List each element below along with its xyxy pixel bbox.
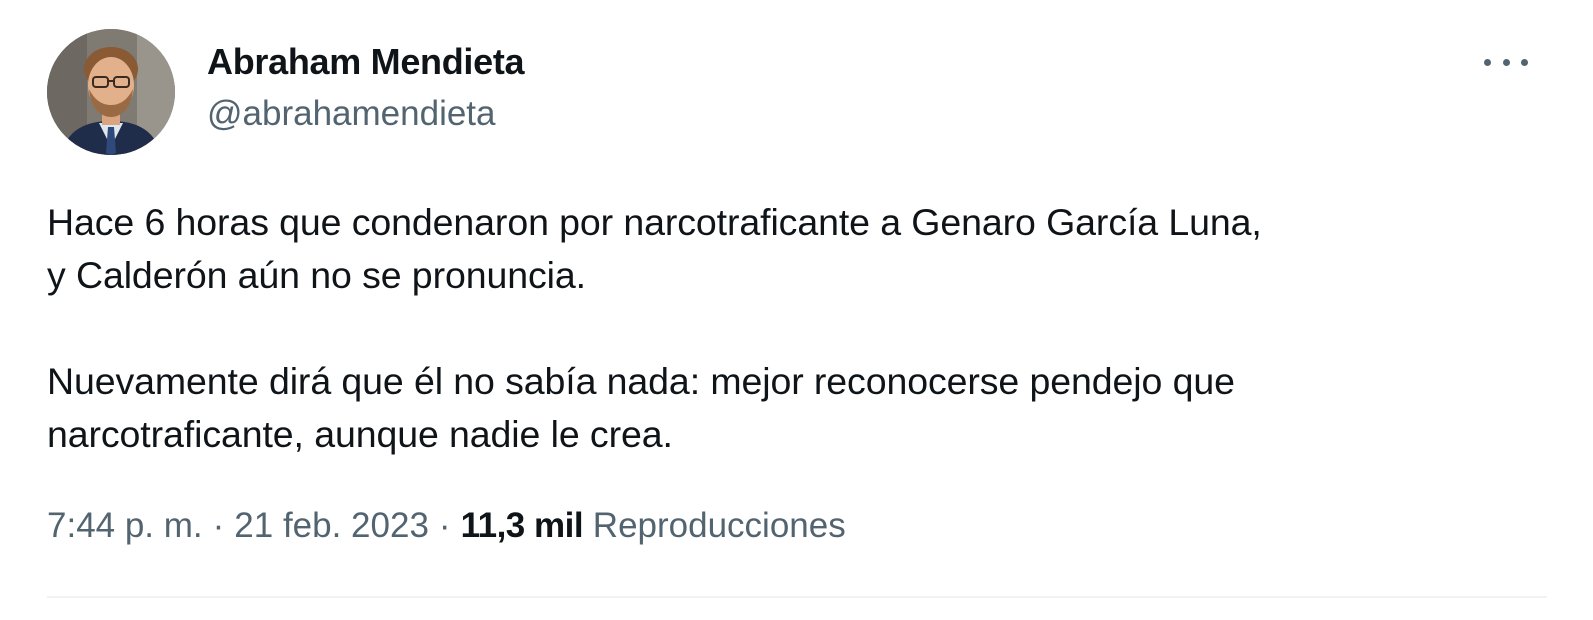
tweet-date[interactable]: 21 feb. 2023 bbox=[234, 506, 429, 545]
tweet-text-line: Nuevamente dirá que él no sabía nada: me… bbox=[47, 360, 1235, 402]
more-options-button[interactable] bbox=[1484, 44, 1528, 80]
more-horizontal-icon-dot bbox=[1502, 58, 1510, 66]
avatar-image bbox=[47, 29, 175, 155]
tweet-text: Hace 6 horas que condenaron por narcotra… bbox=[47, 196, 1567, 461]
tweet-meta: 7:44 p. m. · 21 feb. 2023 · 11,3 mil Reprodu… bbox=[47, 503, 846, 549]
tweet-text-line: Hace 6 horas que condenaron por narcotra… bbox=[47, 201, 1262, 243]
meta-separator: · bbox=[438, 506, 451, 545]
user-handle[interactable]: @abrahamendieta bbox=[207, 92, 496, 136]
more-horizontal-icon-dot bbox=[1521, 58, 1528, 66]
meta-separator: · bbox=[212, 506, 225, 545]
display-name[interactable]: Abraham Mendieta bbox=[207, 40, 525, 84]
views-label[interactable]: Reproducciones bbox=[593, 506, 846, 545]
tweet-time[interactable]: 7:44 p. m. bbox=[47, 506, 203, 545]
tweet-card: Abraham Mendieta @abrahamendieta Hace 6 … bbox=[0, 0, 1593, 620]
views-count[interactable]: 11,3 mil bbox=[461, 506, 584, 545]
avatar[interactable] bbox=[47, 29, 175, 155]
divider bbox=[47, 596, 1547, 598]
tweet-text-line: narcotraficante, aunque nadie le crea. bbox=[47, 413, 673, 455]
more-horizontal-icon bbox=[1484, 58, 1491, 66]
tweet-text-line: y Calderón aún no se pronuncia. bbox=[47, 254, 586, 296]
